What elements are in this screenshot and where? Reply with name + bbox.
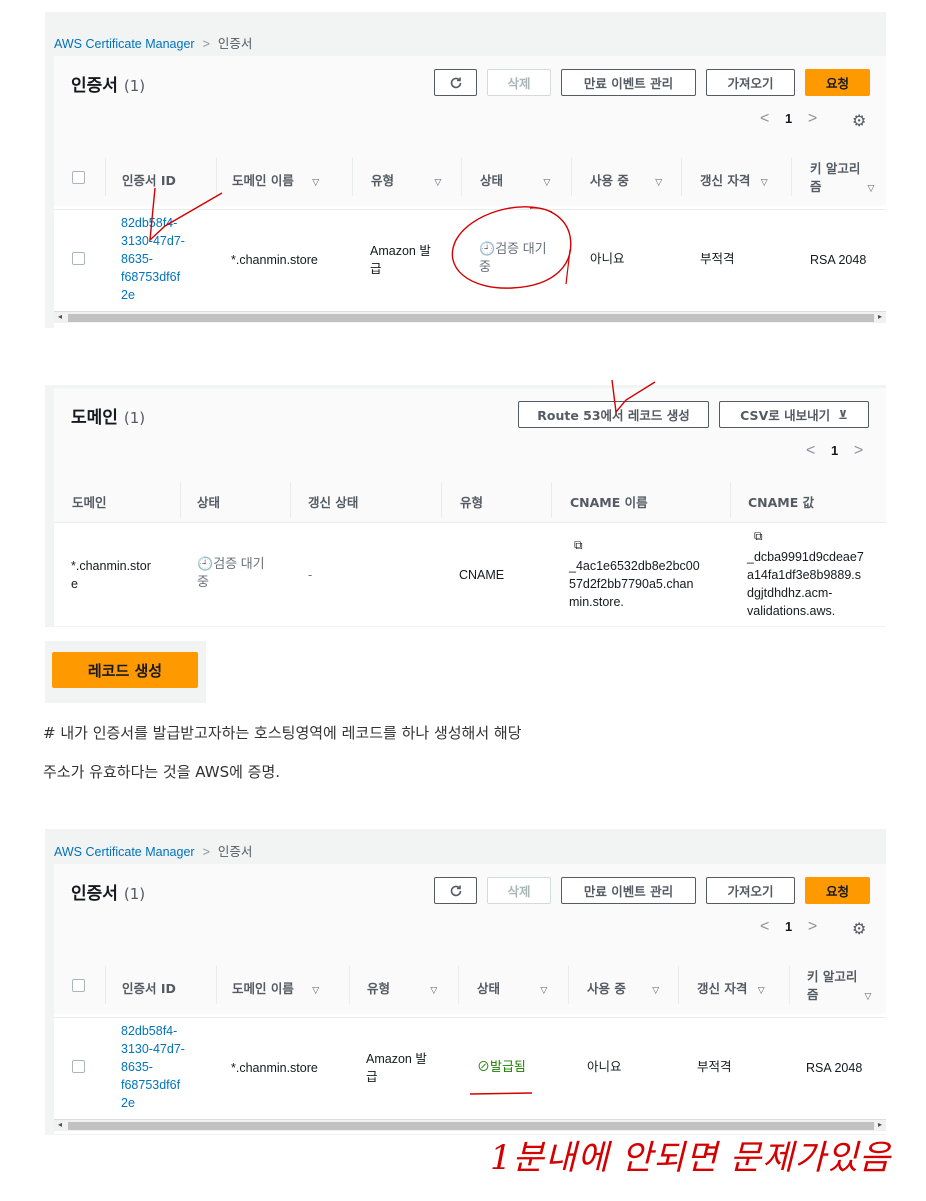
key-algorithm-cell: RSA 2048 (806, 1061, 863, 1075)
breadcrumb: AWS Certificate Manager > 인증서 (54, 841, 252, 860)
column-divider (105, 966, 106, 1004)
column-header-type[interactable]: 유형 ▽ (367, 978, 437, 997)
breadcrumb-root-link[interactable]: AWS Certificate Manager (54, 845, 195, 859)
chevron-right-icon[interactable]: > (808, 918, 817, 935)
sort-triangle-icon: ▽ (430, 986, 438, 996)
column-divider (458, 966, 459, 1004)
column-header-in-use[interactable]: 사용 중 ▽ (587, 978, 659, 997)
column-divider (290, 482, 291, 518)
column-header-domain-name[interactable]: 도메인 이름 ▽ (232, 978, 319, 997)
sort-triangle-icon: ▽ (757, 986, 765, 996)
type-cell: CNAME (459, 568, 505, 582)
column-header-status[interactable]: 상태 ▽ (477, 978, 547, 997)
column-divider (568, 966, 569, 1004)
column-divider (349, 966, 350, 1004)
domain-name-cell: *.chanmin.store (231, 1061, 318, 1075)
column-header-key-algorithm[interactable]: 키 알고리 즘 ▽ (807, 968, 871, 1006)
column-header-type[interactable]: 유형 (460, 492, 483, 511)
settings-gear-icon[interactable]: ⚙ (852, 919, 866, 938)
status-cell: 🕘검증 대기 중 (197, 556, 265, 589)
cname-value-cell: _dcba9991d9cdeae7 a14fa1df3e8b9889.s dgjtd… (747, 550, 864, 618)
sort-triangle-icon: ▽ (540, 986, 548, 996)
create-record-button[interactable]: 레코드 생성 (52, 652, 198, 688)
chevron-left-icon[interactable]: < (760, 918, 769, 935)
refresh-icon (450, 885, 461, 896)
scrollbar-thumb[interactable] (68, 1122, 874, 1130)
in-use-cell: 아니요 (587, 1060, 622, 1074)
column-divider (441, 482, 442, 518)
column-header-cname-value[interactable]: CNAME 값 (748, 492, 814, 511)
delete-button[interactable]: 삭제 (487, 877, 551, 904)
handwritten-annotations-top (149, 187, 572, 289)
select-all-checkbox[interactable] (72, 979, 85, 992)
handwritten-underline (469, 1092, 533, 1095)
column-divider (180, 482, 181, 518)
column-header-certificate-id[interactable]: 인증서 ID (122, 978, 176, 997)
sort-triangle-icon: ▽ (312, 986, 320, 996)
column-divider (730, 482, 731, 518)
page-number[interactable]: 1 (785, 919, 792, 934)
pagination: < 1 > (760, 918, 817, 936)
column-divider (551, 482, 552, 518)
row-checkbox[interactable] (72, 1060, 85, 1073)
check-circle-icon: ⊘ (477, 1059, 491, 1074)
chevron-left-icon[interactable]: < (806, 442, 815, 459)
renewal-cell: 부적격 (697, 1060, 732, 1074)
row-divider (54, 1017, 886, 1018)
column-header-domain[interactable]: 도메인 (72, 492, 107, 511)
column-divider (789, 966, 790, 1004)
sort-triangle-icon: ▽ (864, 992, 872, 1002)
column-header-renewal-eligibility[interactable]: 갱신 자격 ▽ (697, 978, 765, 997)
refresh-button[interactable] (434, 877, 477, 904)
sort-triangle-icon: ▽ (652, 986, 660, 996)
row-divider (54, 522, 886, 523)
cname-name-cell: _4ac1e6532db8e2bc00 57d2f2bb7790a5.chan mi… (569, 559, 700, 609)
column-header-cname-name[interactable]: CNAME 이름 (570, 492, 648, 511)
copy-icon[interactable]: ⧉ (574, 538, 583, 553)
page-title: 인증서 (1) (71, 884, 146, 904)
renewal-status-cell: - (308, 568, 313, 582)
import-button[interactable]: 가져오기 (706, 877, 795, 904)
note-line-2: 주소가 유효하다는 것을 AWS에 증명. (43, 763, 281, 781)
domains-pagination: < 1 > (806, 442, 863, 460)
chevron-right-icon[interactable]: > (854, 442, 863, 459)
page-number[interactable]: 1 (831, 443, 838, 458)
column-header-status[interactable]: 상태 (197, 492, 220, 511)
column-header-renewal-status[interactable]: 갱신 상태 (308, 492, 358, 511)
clock-icon: 🕘 (197, 556, 214, 571)
column-divider (678, 966, 679, 1004)
domain-cell: *.chanmin.stor e (71, 559, 151, 591)
handwritten-note: 1분내에 안되면 문제가있음 (490, 1138, 892, 1178)
status-cell: ⊘발급됨 (477, 1059, 526, 1074)
scroll-right-arrow-icon[interactable]: ▸ (878, 1120, 882, 1129)
breadcrumb-current: 인증서 (217, 845, 253, 859)
note-line-1: # 내가 인증서를 발급받고자하는 호스팅영역에 레코드를 하나 생성해서 해당 (43, 724, 522, 742)
scroll-left-arrow-icon[interactable]: ◂ (58, 1120, 62, 1129)
column-divider (216, 966, 217, 1004)
request-button[interactable]: 요청 (805, 877, 870, 904)
copy-icon[interactable]: ⧉ (754, 529, 763, 544)
handwritten-checkmark (611, 379, 656, 414)
manage-expiry-events-button[interactable]: 만료 이벤트 관리 (561, 877, 696, 904)
chevron-right-icon: > (202, 845, 210, 859)
